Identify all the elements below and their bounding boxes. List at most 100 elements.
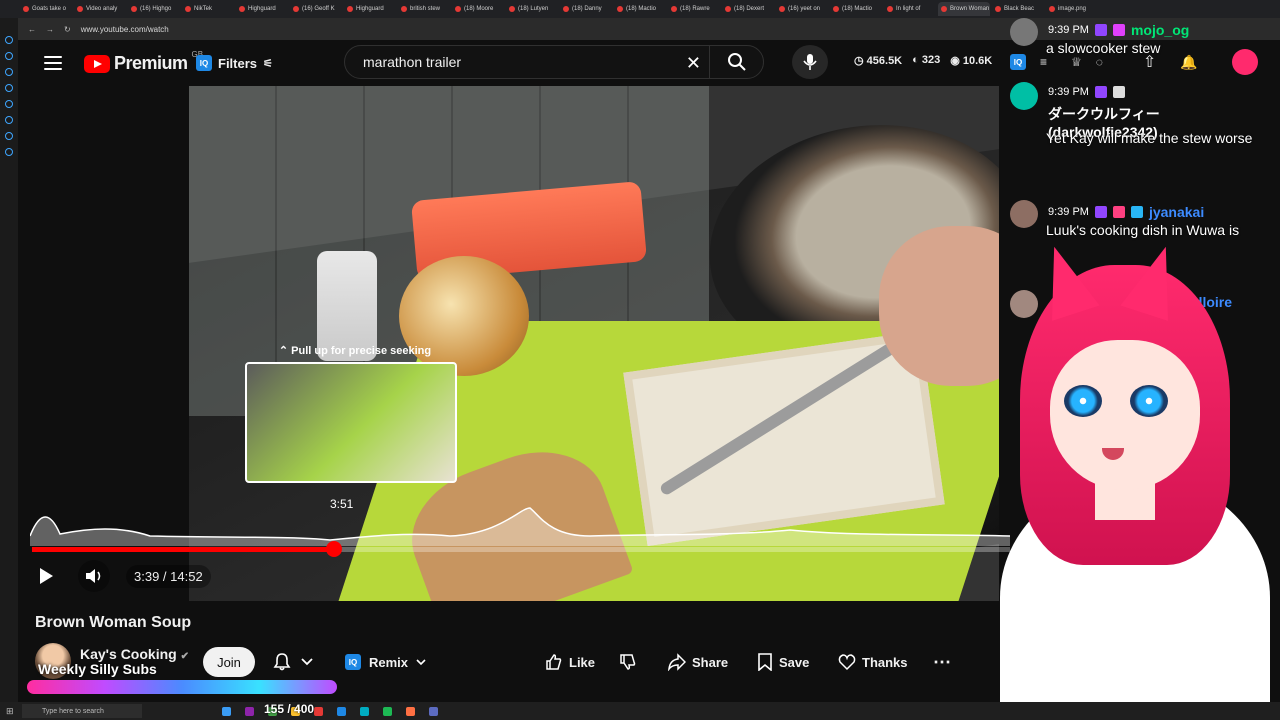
thanks-button[interactable]: Thanks (838, 647, 908, 677)
youtube-header: Premium GB IQ Filters ⚟ marathon trailer… (18, 40, 998, 86)
youtube-logo[interactable]: Premium GB (84, 50, 203, 74)
filters-button[interactable]: IQ Filters ⚟ (196, 50, 273, 76)
tab-label: british stew (410, 6, 441, 12)
share-button[interactable]: Share (668, 647, 728, 677)
browser-tab[interactable]: Goats take o (20, 2, 72, 16)
taskbar-app-icon[interactable] (222, 706, 231, 716)
more-actions-button[interactable]: ⋯ (930, 647, 954, 677)
iq-icon: IQ (345, 654, 361, 670)
notifications-button[interactable] (267, 647, 323, 677)
remix-button[interactable]: IQ Remix (337, 647, 434, 677)
thumbs-up-icon (546, 654, 562, 670)
sidebar-icon[interactable] (5, 148, 13, 156)
forward-icon[interactable]: → (46, 25, 54, 34)
play-button[interactable] (30, 560, 62, 592)
seek-hint: ⌃ Pull up for precise seeking (278, 345, 432, 357)
heart-badge-icon (1112, 206, 1125, 218)
sidebar-icon[interactable] (5, 36, 13, 44)
channel-name[interactable]: Kay's Cooking ✔ (80, 646, 189, 662)
browser-tab[interactable]: (18) Mactio (830, 2, 882, 16)
sidebar-icon[interactable] (5, 116, 13, 124)
browser-tab[interactable]: Brown Woman (938, 2, 990, 16)
browser-tab[interactable]: (18) Danny (560, 2, 612, 16)
sidebar-icon[interactable] (5, 132, 13, 140)
browser-tab[interactable]: NikTek (182, 2, 234, 16)
browser-tab[interactable]: (16) Geoff K (290, 2, 342, 16)
browser-tab[interactable]: Video analy (74, 2, 126, 16)
browser-tab[interactable]: Black Beac (992, 2, 1044, 16)
tab-favicon-icon (941, 6, 947, 12)
browser-tab[interactable]: image.png (1046, 2, 1098, 16)
tab-label: (16) Highgo (140, 6, 172, 12)
browser-tab[interactable]: Highguard (236, 2, 288, 16)
voice-search-button[interactable] (792, 45, 828, 79)
tab-label: In light of (896, 6, 921, 12)
volume-button[interactable] (78, 560, 110, 592)
back-icon[interactable]: ← (28, 25, 36, 34)
browser-tab[interactable]: (18) Dexert (722, 2, 774, 16)
upload-icon[interactable]: ⇧ (1143, 52, 1156, 72)
browser-tab[interactable]: In light of (884, 2, 936, 16)
taskbar-app-icon[interactable] (429, 706, 438, 716)
iq-icon: IQ (196, 55, 212, 71)
time-display: 3:39 / 14:52 (126, 564, 211, 588)
bookmark-icon (758, 653, 772, 671)
sidebar-icon[interactable] (5, 68, 13, 76)
notifications-icon[interactable]: 🔔 (1180, 54, 1197, 71)
chevron-down-icon (416, 658, 426, 665)
browser-tab[interactable]: Highguard (344, 2, 396, 16)
browser-tab[interactable]: (18) Mactio (614, 2, 666, 16)
save-button[interactable]: Save (757, 647, 809, 677)
taskbar-app-icon[interactable] (406, 706, 415, 716)
taskbar-search[interactable]: Type here to search (22, 704, 142, 718)
clock-stat: ◷ 456.5K (854, 55, 903, 67)
taskbar-app-icon[interactable] (383, 706, 392, 716)
dislike-button[interactable] (619, 647, 637, 677)
chat-bubble-icon[interactable]: ◌ (1096, 55, 1103, 69)
sidebar-icon[interactable] (5, 84, 13, 92)
browser-tab[interactable]: british stew (398, 2, 450, 16)
like-button[interactable]: Like (545, 647, 595, 677)
menu-icon[interactable]: ≡ (1040, 55, 1047, 69)
search-box[interactable]: marathon trailer ✕ (344, 45, 764, 79)
browser-tab[interactable]: (18) Lutyen (506, 2, 558, 16)
scrubber-knob[interactable] (326, 541, 342, 557)
profile-avatar[interactable] (1231, 49, 1258, 75)
browser-tab[interactable]: (16) yeet on (776, 2, 828, 16)
tab-favicon-icon (1049, 6, 1055, 12)
share-icon (668, 653, 686, 671)
avatar-mouth (1102, 448, 1124, 460)
seek-bar[interactable] (32, 541, 1010, 557)
sidebar-icon[interactable] (5, 52, 13, 60)
taskbar-app-icon[interactable] (337, 706, 346, 716)
avatar-eye-right (1130, 385, 1168, 417)
taskbar-app-icon[interactable] (360, 706, 369, 716)
tab-favicon-icon (725, 6, 731, 12)
os-taskbar: ⊞ Type here to search 155 / 400 (0, 702, 1280, 720)
taskbar-app-icon[interactable] (245, 706, 254, 716)
reload-icon[interactable]: ↻ (64, 25, 71, 34)
tab-favicon-icon (239, 6, 245, 12)
tab-favicon-icon (347, 6, 353, 12)
menu-icon[interactable] (44, 56, 62, 70)
search-button[interactable] (709, 46, 763, 78)
taskbar-app-icon[interactable] (314, 706, 323, 716)
microphone-icon (803, 54, 817, 70)
browser-tab[interactable]: (18) Rawre (668, 2, 720, 16)
start-icon[interactable]: ⊞ (6, 706, 14, 717)
chat-text: Luuk's cooking dish in Wuwa is (1046, 222, 1240, 238)
sub-badge-icon (1094, 86, 1107, 98)
search-input[interactable]: marathon trailer (363, 54, 461, 70)
views-stat: ◉ 10.6K (950, 55, 993, 67)
clear-search-icon[interactable]: ✕ (686, 53, 701, 74)
browser-tab[interactable]: (18) Moore (452, 2, 504, 16)
iq-icon[interactable]: IQ (1010, 54, 1026, 70)
filters-label: Filters (218, 55, 258, 71)
verified-icon: ✔ (180, 651, 189, 662)
url-field[interactable]: www.youtube.com/watch (81, 25, 169, 34)
browser-tab[interactable]: (16) Highgo (128, 2, 180, 16)
join-button[interactable]: Join (203, 647, 255, 677)
trophy-icon[interactable]: ♕ (1071, 55, 1082, 69)
sidebar-icon[interactable] (5, 100, 13, 108)
chat-text: Yet Kay will make the stew worse (1046, 130, 1253, 146)
